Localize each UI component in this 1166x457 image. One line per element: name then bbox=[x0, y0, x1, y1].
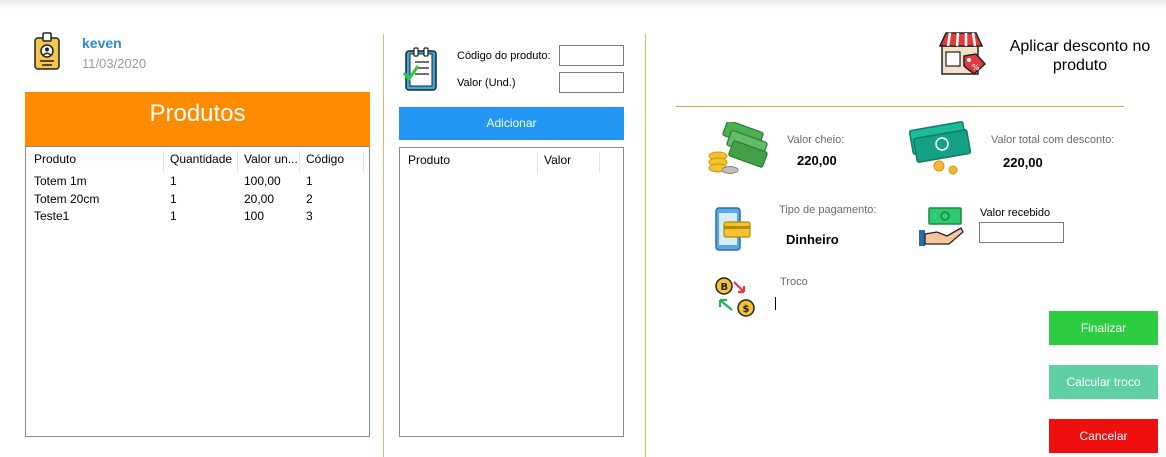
column-codigo[interactable]: Código bbox=[302, 151, 364, 173]
cell-produto: Totem 20cm bbox=[34, 192, 100, 206]
column-produto[interactable]: Produto bbox=[30, 151, 164, 173]
cell-produto: Totem 1m bbox=[34, 174, 87, 188]
cancelar-button[interactable]: Cancelar bbox=[1049, 419, 1158, 453]
svg-text:B: B bbox=[721, 282, 729, 293]
valor-cheio-value: 220,00 bbox=[797, 153, 837, 168]
tipo-pagamento-label: Tipo de pagamento: bbox=[779, 204, 877, 216]
column-quantidade[interactable]: Quantidade bbox=[166, 151, 238, 173]
cell-valor: 20,00 bbox=[244, 192, 275, 206]
codigo-produto-label: Código do produto: bbox=[457, 50, 551, 62]
mobile-payment-icon bbox=[715, 207, 751, 251]
finalizar-button[interactable]: Finalizar bbox=[1049, 311, 1158, 345]
session-date: 11/03/2020 bbox=[82, 56, 147, 71]
produtos-list[interactable]: Produto Quantidade Valor un... Código To… bbox=[25, 146, 370, 437]
valor-unidade-input[interactable] bbox=[559, 72, 624, 93]
cell-codigo: 2 bbox=[306, 192, 313, 206]
hand-cash-icon bbox=[919, 207, 964, 246]
tipo-pagamento-value[interactable]: Dinheiro bbox=[786, 232, 839, 247]
money-stack-icon bbox=[708, 122, 768, 174]
column-valor[interactable]: Valor bbox=[540, 152, 600, 174]
cell-codigo: 3 bbox=[306, 209, 313, 223]
svg-text:$: $ bbox=[743, 304, 750, 315]
panel-divider-left bbox=[383, 34, 384, 457]
user-name: keven bbox=[82, 35, 122, 51]
produtos-header: Produtos bbox=[25, 92, 370, 146]
table-row[interactable]: Teste1 1 100 3 bbox=[26, 210, 369, 223]
panel-divider-right bbox=[645, 34, 646, 457]
table-row[interactable]: Totem 1m 1 100,00 1 bbox=[26, 175, 369, 188]
cell-valor: 100 bbox=[244, 209, 265, 223]
valor-recebido-label: Valor recebido bbox=[980, 207, 1051, 219]
table-row[interactable]: Totem 20cm 1 20,00 2 bbox=[26, 193, 369, 206]
pdv-window: keven 11/03/2020 Produtos Produto Quanti… bbox=[0, 0, 1166, 457]
troco-label: Troco bbox=[780, 276, 808, 288]
coin-exchange-icon: B $ bbox=[715, 277, 755, 317]
cell-quantidade: 1 bbox=[170, 174, 177, 188]
valor-recebido-input[interactable] bbox=[979, 222, 1064, 243]
window-top-shadow bbox=[0, 0, 1166, 10]
valor-cheio-label: Valor cheio: bbox=[787, 134, 845, 146]
cash-coins-icon bbox=[908, 121, 971, 175]
codigo-produto-input[interactable] bbox=[559, 45, 624, 66]
column-valor-unitario[interactable]: Valor un... bbox=[240, 151, 300, 173]
itens-list[interactable]: Produto Valor bbox=[399, 147, 624, 437]
valor-total-desconto-label: Valor total com desconto: bbox=[991, 134, 1115, 146]
valor-unidade-label: Valor (Und.) bbox=[457, 77, 516, 89]
cell-quantidade: 1 bbox=[170, 192, 177, 206]
id-badge-icon bbox=[34, 32, 60, 70]
troco-text-caret bbox=[775, 297, 776, 310]
cell-codigo: 1 bbox=[306, 174, 313, 188]
clipboard-checklist-icon bbox=[403, 47, 437, 91]
valor-total-desconto-value: 220,00 bbox=[1003, 155, 1043, 170]
svg-text:%: % bbox=[972, 63, 980, 72]
calcular-troco-button[interactable]: Calcular troco bbox=[1049, 365, 1158, 399]
shop-discount-icon: % bbox=[938, 32, 987, 75]
column-produto[interactable]: Produto bbox=[404, 152, 538, 174]
aplicar-desconto-link[interactable]: Aplicar desconto no produto bbox=[1000, 37, 1160, 75]
right-panel-divider bbox=[676, 106, 1124, 107]
adicionar-button[interactable]: Adicionar bbox=[399, 107, 624, 140]
cell-produto: Teste1 bbox=[34, 209, 70, 223]
cell-quantidade: 1 bbox=[170, 209, 177, 223]
cell-valor: 100,00 bbox=[244, 174, 281, 188]
